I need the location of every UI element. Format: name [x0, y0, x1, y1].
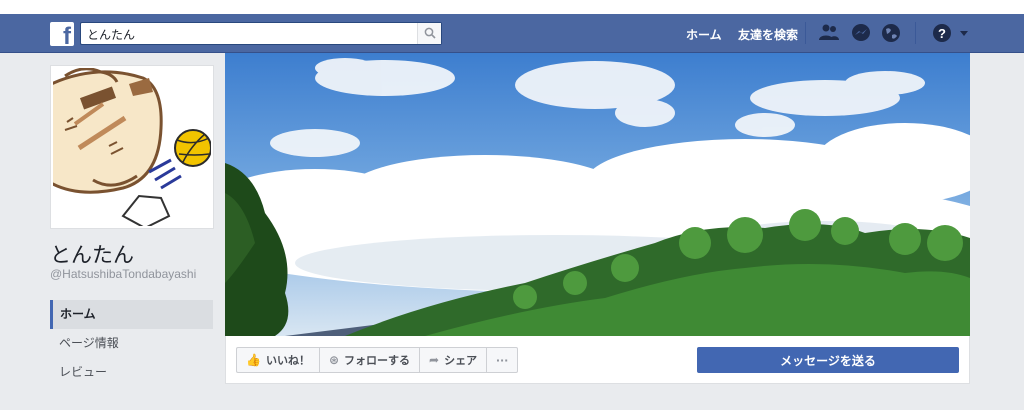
- svg-text:?: ?: [938, 26, 946, 41]
- more-label: ···: [495, 353, 509, 367]
- help-icon[interactable]: ?: [932, 23, 954, 43]
- share-button[interactable]: ➦ シェア: [419, 347, 487, 373]
- nav-divider: [915, 22, 916, 44]
- search-box[interactable]: とんたん: [80, 22, 442, 45]
- left-nav: ホーム ページ情報 レビュー: [50, 300, 213, 387]
- search-icon: [424, 27, 436, 39]
- thumbs-up-icon: 👍: [246, 353, 261, 367]
- nav-divider: [805, 22, 806, 44]
- search-button[interactable]: [417, 23, 441, 44]
- profile-picture: [53, 68, 211, 226]
- left-nav-item-reviews[interactable]: レビュー: [50, 358, 213, 387]
- nav-find-friends-link[interactable]: 友達を検索: [738, 26, 798, 43]
- follow-button[interactable]: ⊛ フォローする: [318, 347, 420, 373]
- page-name: とんたん: [50, 243, 134, 267]
- cover-photo[interactable]: [225, 53, 970, 336]
- share-arrow-icon: ➦: [429, 353, 440, 367]
- left-column: とんたん @HatsushibaTondabayashi ホーム ページ情報 レ…: [0, 53, 226, 410]
- cover-action-bar: 👍 いいね！ ⊛ フォローする ➦ シェア ··· メッセージを送る: [225, 336, 970, 384]
- page-handle: @HatsushibaTondabayashi: [50, 267, 197, 281]
- facebook-logo-icon[interactable]: f: [50, 22, 74, 50]
- search-input[interactable]: とんたん: [87, 26, 135, 43]
- more-options-button[interactable]: ···: [486, 347, 519, 373]
- like-label: いいね！: [265, 354, 310, 367]
- follow-label: フォローする: [344, 354, 411, 367]
- messenger-icon[interactable]: [850, 23, 872, 43]
- profile-picture-frame[interactable]: [50, 65, 214, 229]
- send-message-label: メッセージを送る: [780, 353, 876, 368]
- left-nav-item-page-info[interactable]: ページ情報: [50, 329, 213, 358]
- logo-letter: f: [63, 23, 71, 50]
- page-content: とんたん @HatsushibaTondabayashi ホーム ページ情報 レ…: [0, 53, 1024, 410]
- rss-follow-icon: ⊛: [328, 353, 340, 367]
- like-button[interactable]: 👍 いいね！: [236, 347, 319, 373]
- notifications-globe-icon[interactable]: [880, 23, 902, 43]
- nav-home-link[interactable]: ホーム: [686, 26, 722, 43]
- left-nav-item-home[interactable]: ホーム: [50, 300, 213, 329]
- send-message-button[interactable]: メッセージを送る: [697, 347, 959, 373]
- blue-navigation-bar: f とんたん ホーム 友達を検索 ?: [0, 14, 1024, 53]
- top-bar: f とんたん ホーム 友達を検索 ?: [0, 0, 1024, 53]
- friend-requests-icon[interactable]: [818, 23, 840, 43]
- page-action-buttons: 👍 いいね！ ⊛ フォローする ➦ シェア ···: [236, 347, 519, 373]
- share-label: シェア: [444, 354, 478, 367]
- chevron-down-icon[interactable]: [958, 23, 970, 43]
